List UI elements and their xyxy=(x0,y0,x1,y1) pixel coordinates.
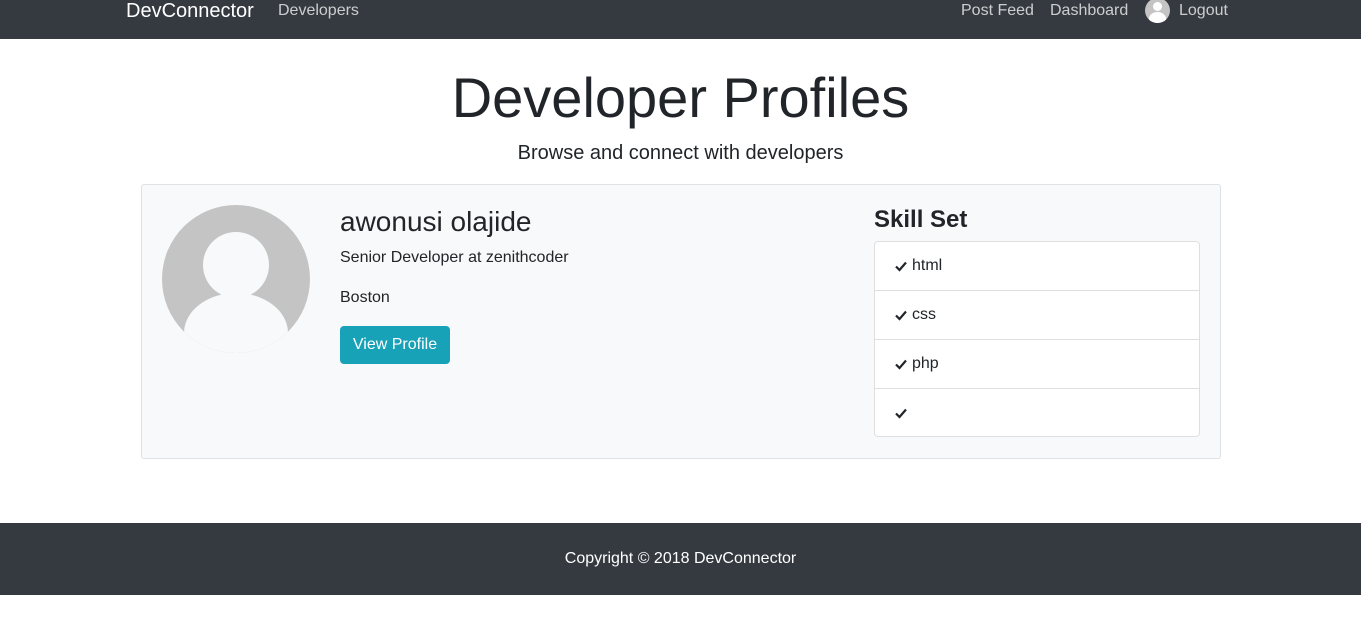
view-profile-button[interactable]: View Profile xyxy=(340,326,450,364)
check-icon xyxy=(895,310,907,321)
skill-item: html xyxy=(875,242,1199,291)
nav-link-dashboard[interactable]: Dashboard xyxy=(1050,0,1128,22)
skills-title: Skill Set xyxy=(874,206,968,233)
logout-link[interactable]: Logout xyxy=(1145,0,1228,23)
check-icon xyxy=(895,261,907,272)
page-lead: Browse and connect with developers xyxy=(517,142,844,164)
nav-link-post-feed[interactable]: Post Feed xyxy=(961,0,1034,22)
nav-link-developers[interactable]: Developers xyxy=(278,0,359,22)
skill-label: html xyxy=(912,257,943,274)
skill-label: php xyxy=(912,355,939,372)
footer-copyright: Copyright © 2018 DevConnector xyxy=(564,550,797,567)
page-title: Developer Profiles xyxy=(451,66,910,129)
user-avatar-icon xyxy=(1145,0,1170,23)
skills-list: html css php xyxy=(874,241,1200,437)
skill-item: css xyxy=(875,291,1199,340)
navbar: DevConnector Developers Post Feed Dashbo… xyxy=(0,0,1361,39)
check-icon xyxy=(895,359,907,370)
brand-link[interactable]: DevConnector xyxy=(126,0,254,22)
profile-status: Senior Developer at zenithcoder xyxy=(340,249,569,266)
check-icon xyxy=(895,408,907,419)
profile-location: Boston xyxy=(340,289,390,306)
profile-avatar xyxy=(162,205,310,353)
logout-label: Logout xyxy=(1179,2,1228,19)
skill-item: php xyxy=(875,340,1199,389)
profile-card: awonusi olajide Senior Developer at zeni… xyxy=(141,184,1221,459)
skill-label: css xyxy=(912,306,936,323)
profile-name: awonusi olajide xyxy=(340,206,532,237)
footer: Copyright © 2018 DevConnector xyxy=(0,523,1361,595)
skill-item xyxy=(875,389,1199,436)
